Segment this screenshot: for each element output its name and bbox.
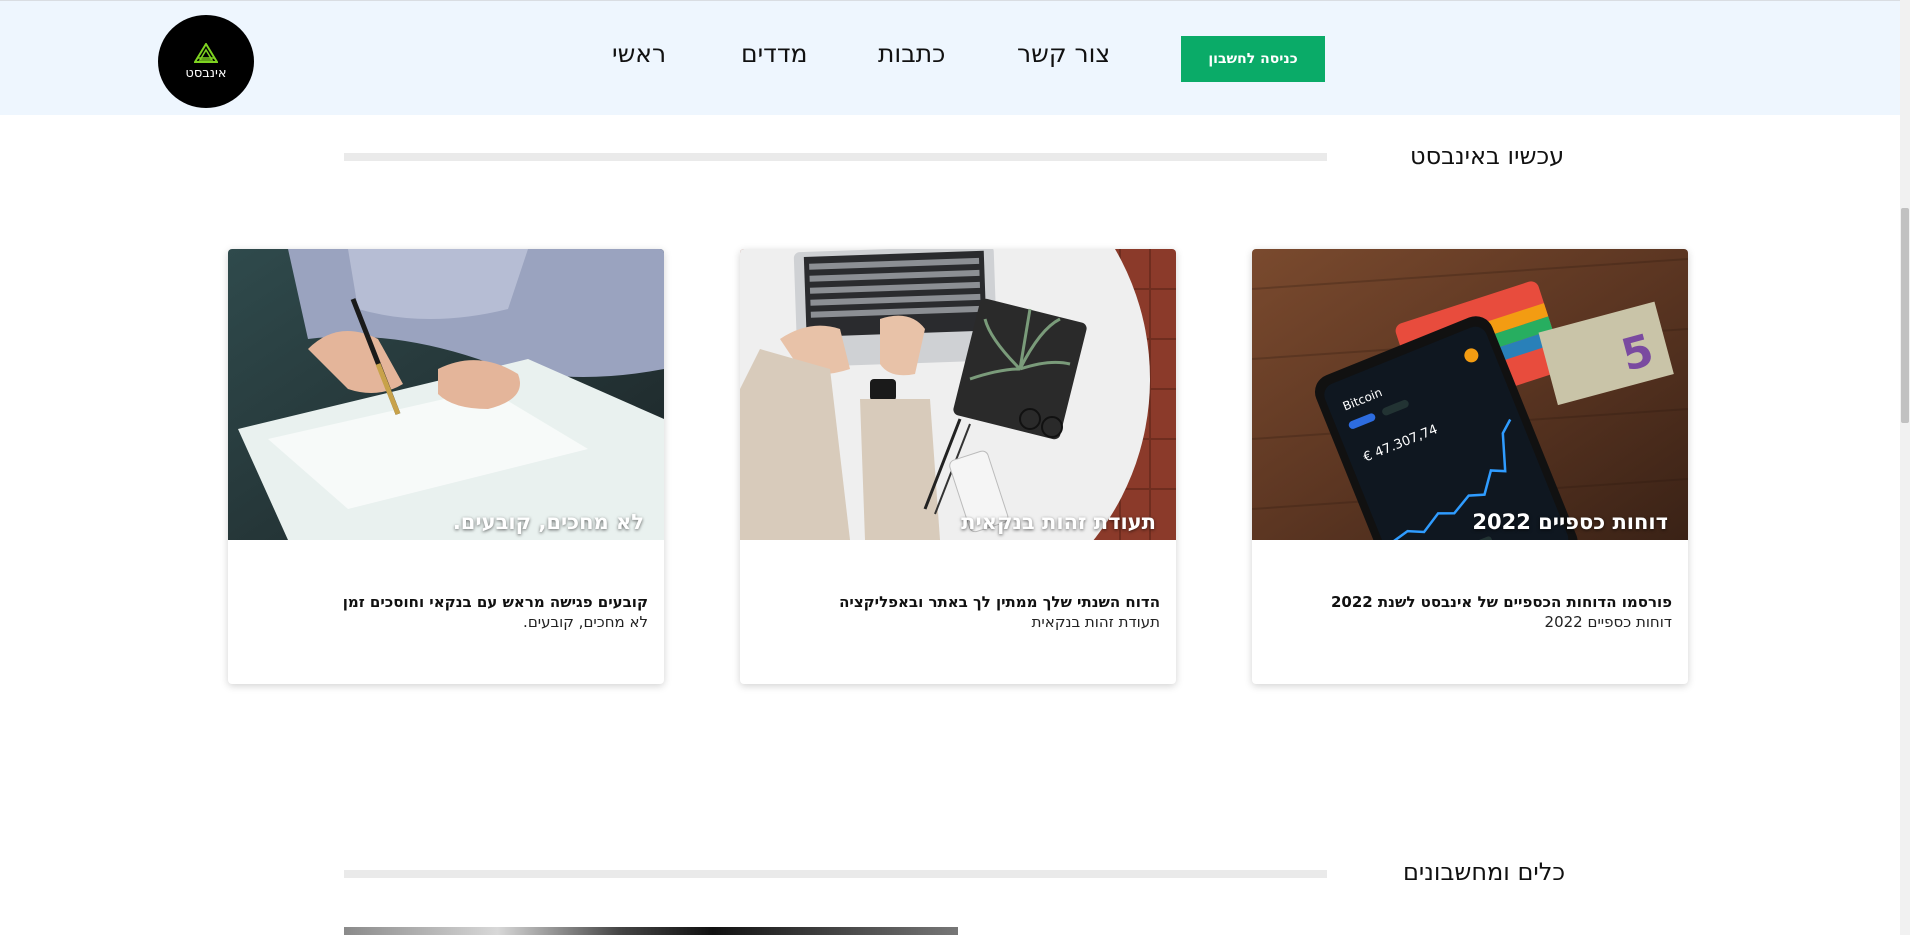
news-card-bank-id[interactable]: תעודת זהות בנקאית הדוח השנתי שלך ממתין ל… bbox=[740, 249, 1176, 684]
phone-chart-image: 5 Bitcoin € 47.307,74 דוחות כספיים 2022 bbox=[1252, 249, 1688, 540]
nav-articles[interactable]: כתבות bbox=[878, 39, 945, 68]
section-title-tools: כלים ומחשבונים bbox=[1403, 858, 1566, 886]
scrollbar-thumb[interactable] bbox=[1901, 208, 1909, 423]
card-image-caption: דוחות כספיים 2022 bbox=[1472, 510, 1668, 534]
signing-document-image: לא מחכים, קובעים. bbox=[228, 249, 664, 540]
nav-contact[interactable]: צור קשר bbox=[1017, 39, 1110, 68]
nav-home[interactable]: ראשי bbox=[612, 39, 666, 68]
card-image-caption: לא מחכים, קובעים. bbox=[452, 510, 644, 534]
card-title[interactable]: קובעים פגישה מראש עם בנקאי וחוסכים זמן bbox=[244, 592, 648, 612]
page-scrollbar[interactable] bbox=[1900, 0, 1910, 935]
login-button[interactable]: כניסה לחשבון bbox=[1181, 36, 1325, 82]
logo-triangle-icon bbox=[194, 43, 218, 63]
logo-text: אינבסט bbox=[185, 66, 227, 81]
card-subtitle: לא מחכים, קובעים. bbox=[523, 613, 648, 631]
card-title[interactable]: פורסמו הדוחות הכספיים של אינבסט לשנת 202… bbox=[1268, 592, 1672, 612]
card-image-caption: תעודת זהות בנקאית bbox=[961, 510, 1156, 534]
site-header: אינבסט ראשי מדדים כתבות צור קשר כניסה לח… bbox=[0, 0, 1900, 115]
nav-indices[interactable]: מדדים bbox=[741, 39, 807, 68]
card-subtitle: תעודת זהות בנקאית bbox=[1031, 613, 1160, 631]
news-card-appointment[interactable]: לא מחכים, קובעים. קובעים פגישה מראש עם ב… bbox=[228, 249, 664, 684]
card-subtitle: דוחות כספיים 2022 bbox=[1544, 613, 1672, 631]
section-divider-now bbox=[344, 153, 1327, 161]
card-title[interactable]: הדוח השנתי שלך ממתין לך באתר ובאפליקציה bbox=[756, 592, 1160, 612]
section-divider-tools bbox=[344, 870, 1327, 878]
news-card-financial-reports[interactable]: 5 Bitcoin € 47.307,74 דוחות כספיים 2022 … bbox=[1252, 249, 1688, 684]
section-title-now: עכשיו באינבסט bbox=[1410, 142, 1565, 170]
tools-banner-image bbox=[344, 927, 958, 935]
laptop-desk-image: תעודת זהות בנקאית bbox=[740, 249, 1176, 540]
site-logo[interactable]: אינבסט bbox=[158, 15, 254, 108]
